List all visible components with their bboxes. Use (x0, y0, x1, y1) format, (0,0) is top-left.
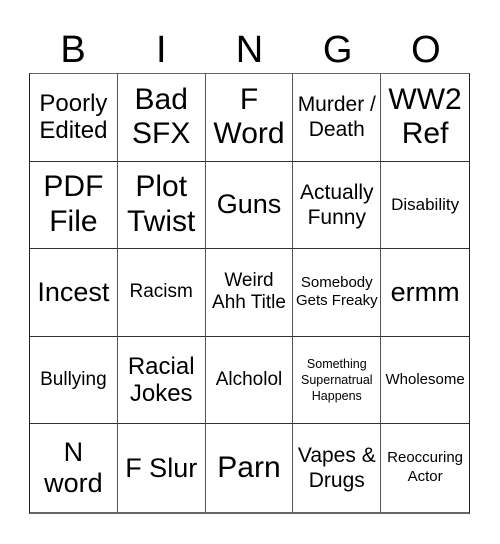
bingo-cell[interactable]: Something Supernatrual Happens (293, 336, 382, 425)
bingo-cell[interactable]: Alcholol (205, 336, 294, 425)
bingo-cell[interactable]: N word (30, 424, 118, 512)
bingo-cell[interactable]: WW2 Ref (381, 74, 469, 162)
bingo-cell[interactable]: Wholesome (381, 337, 469, 425)
bingo-cell[interactable]: Murder / Death (293, 74, 382, 162)
bingo-cell[interactable]: PDF File (30, 161, 118, 250)
bingo-grid: Poorly Edited Bad SFX F Word Murder / De… (29, 73, 470, 514)
header-letter-g: G (322, 29, 353, 71)
bingo-cell[interactable]: Bad SFX (117, 74, 206, 162)
bingo-cell[interactable]: Reoccuring Actor (381, 424, 469, 512)
header-letter-b: B (60, 29, 86, 71)
bingo-cell[interactable]: ermm (381, 249, 469, 337)
bingo-cell[interactable]: Vapes & Drugs (293, 424, 382, 512)
bingo-cell[interactable]: F Slur (118, 424, 206, 512)
bingo-cell[interactable]: Guns (205, 161, 294, 250)
bingo-cell[interactable]: Disability (381, 162, 469, 250)
bingo-header: B I N G O (29, 28, 470, 72)
header-letter-i: I (156, 29, 167, 71)
bingo-cell[interactable]: Somebody Gets Freaky (293, 249, 382, 337)
bingo-cell[interactable]: Incest (30, 249, 118, 337)
bingo-cell[interactable]: Plot Twist (117, 161, 206, 250)
bingo-cell[interactable]: Weird Ahh Title (205, 249, 294, 337)
bingo-cell[interactable]: Racism (117, 249, 206, 337)
bingo-cell[interactable]: Actually Funny (293, 161, 382, 250)
bingo-cell[interactable]: Parn (206, 424, 294, 512)
bingo-cell[interactable]: Racial Jokes (117, 336, 206, 425)
header-letter-n: N (235, 29, 264, 71)
bingo-cell[interactable]: Poorly Edited (30, 74, 118, 162)
bingo-cell[interactable]: Bullying (30, 336, 118, 425)
bingo-cell[interactable]: F Word (205, 74, 294, 162)
header-letter-o: O (411, 29, 441, 71)
